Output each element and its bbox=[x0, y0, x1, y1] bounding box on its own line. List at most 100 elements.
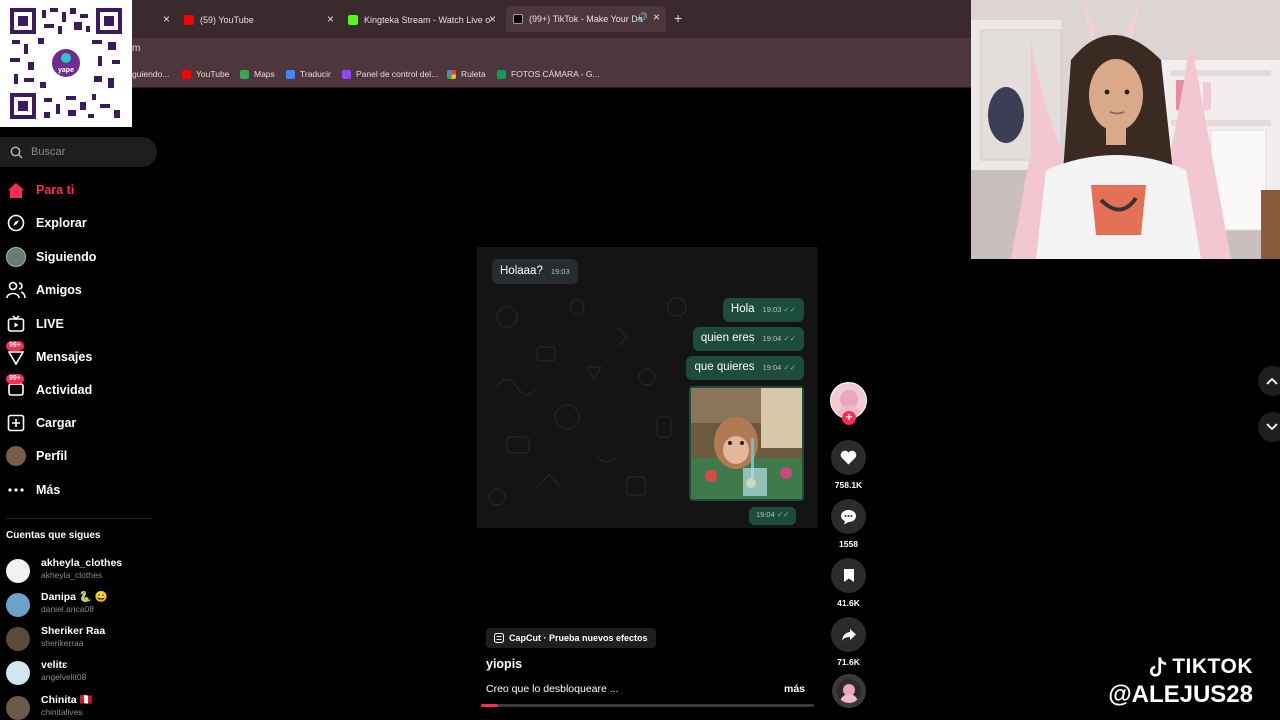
profile-avatar-icon bbox=[6, 446, 26, 466]
bookmark-label: guiendo... bbox=[132, 69, 170, 79]
close-tab-icon[interactable]: × bbox=[327, 12, 334, 26]
next-video-button[interactable] bbox=[1258, 412, 1280, 442]
read-check-icon: ✓✓ bbox=[783, 363, 796, 372]
tab-tiktok[interactable]: (99+) TikTok - Make Your Da 🔊 × bbox=[506, 6, 666, 32]
home-icon bbox=[6, 180, 26, 200]
search-icon bbox=[10, 146, 23, 158]
tab-title: (99+) TikTok - Make Your Da bbox=[529, 14, 643, 24]
bookmark-siguiendo[interactable]: guiendo... bbox=[132, 69, 169, 79]
yape-logo-text: yape bbox=[58, 67, 74, 74]
bookmark-fotos[interactable]: FOTOS CÁMARA - G... bbox=[497, 69, 600, 79]
save-button[interactable] bbox=[831, 558, 866, 593]
chevron-up-icon bbox=[1266, 377, 1278, 385]
nav-live[interactable]: LIVE bbox=[6, 312, 64, 336]
image-message bbox=[689, 386, 804, 501]
video-player[interactable]: Holaaa? 19:03 Hola 19:03 ✓✓ quien eres 19:0… bbox=[477, 247, 818, 528]
tab-title: Kingteka Stream - Watch Live o bbox=[364, 15, 491, 25]
nav-mensajes[interactable]: 99+ Mensajes bbox=[6, 341, 93, 369]
video-progress-bar[interactable] bbox=[481, 704, 814, 707]
followed-account[interactable]: velitɛ angelvelit08 bbox=[6, 659, 86, 685]
more-icon bbox=[6, 480, 26, 500]
bookmark-label: YouTube bbox=[196, 69, 230, 79]
audio-icon[interactable]: 🔊 bbox=[637, 12, 648, 23]
previous-video-button[interactable] bbox=[1258, 366, 1280, 396]
nav-label: Mensajes bbox=[36, 350, 93, 364]
tab-title: (59) YouTube bbox=[200, 15, 254, 25]
read-check-icon: ✓✓ bbox=[783, 305, 796, 314]
search-box[interactable] bbox=[0, 137, 157, 167]
search-input[interactable] bbox=[31, 146, 141, 158]
capcut-icon bbox=[494, 633, 504, 643]
follow-button[interactable]: + bbox=[842, 411, 856, 425]
close-tab-icon[interactable]: × bbox=[489, 12, 496, 26]
account-name: Chinita 🇵🇪 bbox=[41, 694, 93, 706]
outgoing-message: Hola 19:03 ✓✓ bbox=[722, 298, 804, 322]
nav-label: Cargar bbox=[36, 416, 77, 430]
nav-label: Amigos bbox=[36, 283, 82, 297]
nav-actividad[interactable]: 99+ Actividad bbox=[6, 374, 93, 402]
bookmark-traducir[interactable]: Traducir bbox=[286, 69, 331, 79]
nav-siguiendo[interactable]: Siguiendo bbox=[6, 245, 96, 269]
streamer-webcam bbox=[971, 0, 1280, 259]
tab-youtube[interactable]: (59) YouTube × bbox=[184, 8, 334, 32]
caption-more-button[interactable]: más bbox=[784, 683, 805, 695]
account-name: Sheriker Raa bbox=[41, 625, 106, 637]
nav-explorar[interactable]: Explorar bbox=[6, 211, 87, 235]
nav-label: Perfil bbox=[36, 449, 68, 463]
twitch-icon bbox=[342, 69, 351, 79]
overlay-username: @ALEJUS28 bbox=[1108, 681, 1253, 708]
nav-label: LIVE bbox=[36, 317, 64, 331]
nav-label: Actividad bbox=[36, 383, 93, 397]
followed-account[interactable]: akheyla_clothes akheyla_clothes bbox=[6, 557, 122, 583]
tab-hidden[interactable]: × bbox=[140, 8, 170, 32]
bookmark-maps[interactable]: Maps bbox=[240, 69, 275, 79]
notification-badge: 99+ bbox=[6, 374, 24, 384]
post-author[interactable]: yiopis bbox=[486, 657, 522, 671]
account-avatar bbox=[6, 661, 30, 685]
incoming-message: Holaaa? 19:03 bbox=[492, 259, 578, 284]
effect-link[interactable]: CapCut · Prueba nuevos efectos bbox=[486, 628, 656, 648]
bookmark-twitch-panel[interactable]: Panel de control del... bbox=[342, 69, 438, 79]
save-count: 41.6K bbox=[837, 598, 860, 608]
nav-amigos[interactable]: Amigos bbox=[6, 278, 82, 302]
followed-account[interactable]: Chinita 🇵🇪 chinitalives bbox=[6, 694, 93, 720]
account-handle: sherikerraa bbox=[41, 638, 84, 648]
comment-button[interactable] bbox=[831, 499, 866, 534]
music-disc[interactable] bbox=[832, 674, 866, 708]
outgoing-message: quien eres 19:04 ✓✓ bbox=[692, 327, 804, 351]
nav-para-ti[interactable]: Para ti bbox=[6, 178, 74, 202]
activity-icon: 99+ bbox=[6, 374, 26, 400]
address-bar[interactable]: m bbox=[0, 38, 971, 62]
close-tab-icon[interactable]: × bbox=[163, 12, 170, 26]
nav-perfil[interactable]: Perfil bbox=[6, 444, 67, 468]
new-tab-button[interactable]: + bbox=[674, 10, 682, 26]
account-name: velitɛ bbox=[41, 659, 68, 671]
followed-account[interactable]: Sheriker Raa sherikerraa bbox=[6, 625, 105, 651]
message-time: 19:03 bbox=[762, 305, 782, 314]
tab-kick[interactable]: Kingteka Stream - Watch Live o × bbox=[348, 8, 496, 32]
bookmark-ruleta[interactable]: Ruleta bbox=[447, 69, 486, 79]
nav-mas[interactable]: Más bbox=[6, 478, 60, 502]
like-button[interactable] bbox=[831, 440, 866, 475]
streamer-handle-overlay: TIKTOK @ALEJUS28 bbox=[1083, 655, 1253, 709]
account-name: Danipa 🐍 😀 bbox=[41, 591, 108, 603]
messages-icon: 99+ bbox=[6, 341, 26, 367]
comment-count: 1558 bbox=[839, 539, 858, 549]
close-tab-icon[interactable]: × bbox=[653, 10, 660, 24]
drive-icon bbox=[497, 69, 506, 79]
maps-icon bbox=[240, 69, 249, 79]
bookmark-label: FOTOS CÁMARA - G... bbox=[511, 69, 600, 79]
like-count: 758.1K bbox=[834, 480, 863, 490]
account-name: akheyla_clothes bbox=[41, 557, 123, 569]
tiktok-icon bbox=[513, 14, 523, 24]
nav-cargar[interactable]: Cargar bbox=[6, 411, 76, 435]
message-text: que quieres bbox=[694, 361, 755, 373]
share-button[interactable] bbox=[831, 617, 866, 652]
upload-icon bbox=[6, 413, 26, 433]
nav-label: Explorar bbox=[36, 216, 87, 230]
followed-account[interactable]: Danipa 🐍 😀 daniel.arica08 bbox=[6, 591, 108, 617]
live-icon bbox=[6, 314, 26, 334]
message-text: Holaaa? bbox=[500, 265, 543, 277]
bookmark-youtube[interactable]: YouTube bbox=[182, 69, 229, 79]
account-handle: akheyla_clothes bbox=[41, 570, 102, 580]
